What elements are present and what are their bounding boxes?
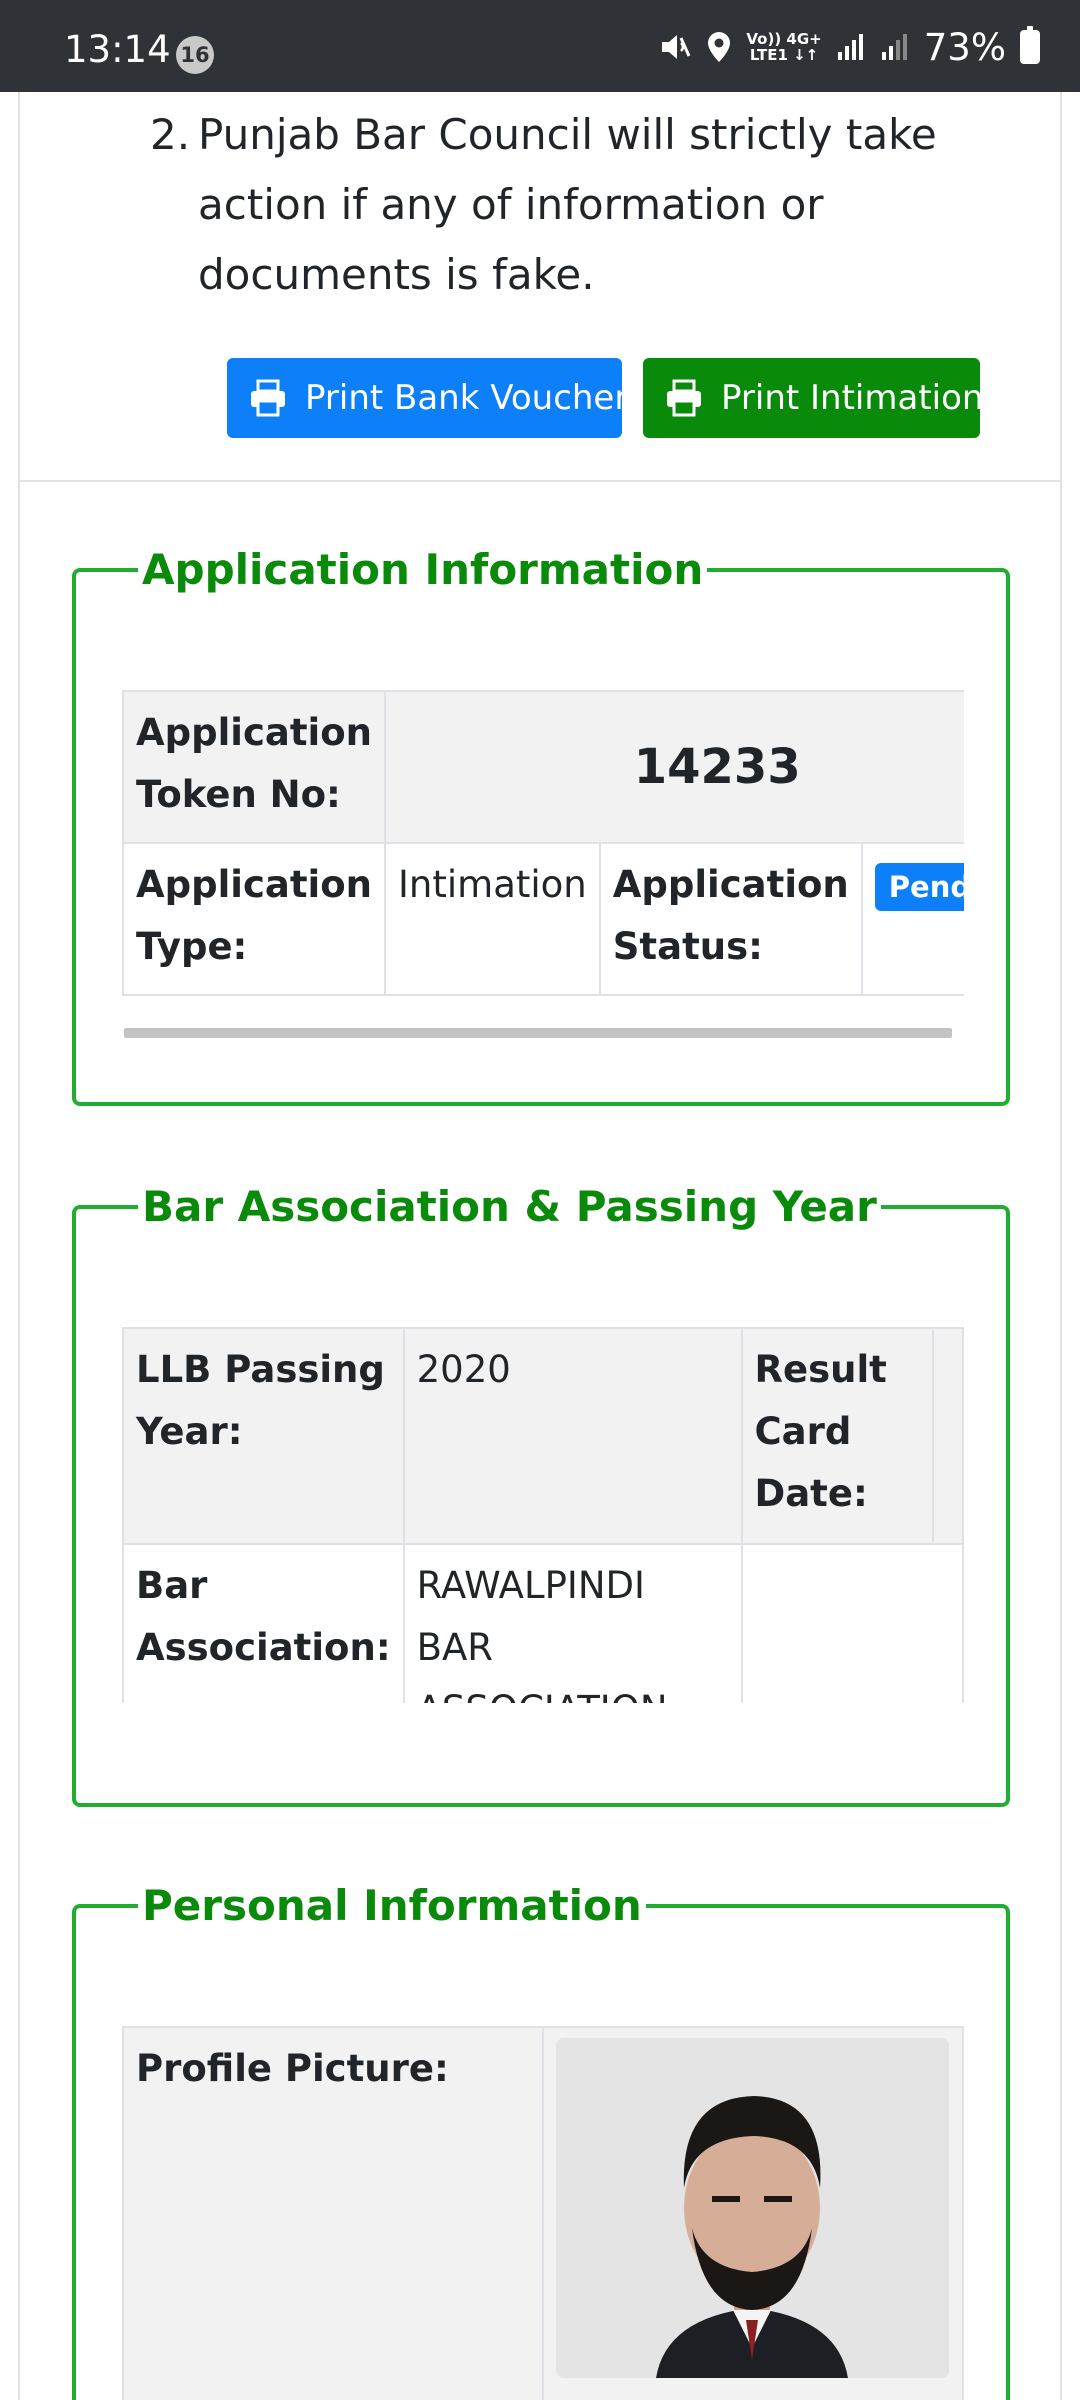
bar-association-table-scroll[interactable]: LLB Passing Year: 2020 Result Card Date:… bbox=[122, 1327, 964, 1703]
application-info-table: Application Token No: 14233 Application … bbox=[122, 690, 964, 996]
network-bottom-label: LTE1 ↓↑ bbox=[749, 46, 819, 64]
bar-association-section: Bar Association & Passing Year LLB Passi… bbox=[72, 1179, 1010, 1807]
llb-passing-year-value: 2020 bbox=[402, 1327, 743, 1545]
profile-photo-placeholder bbox=[556, 2038, 949, 2378]
table-row: Profile Picture: bbox=[122, 2026, 964, 2400]
print-bank-voucher-label: Print Bank Voucher bbox=[305, 378, 629, 418]
application-info-table-scroll[interactable]: Application Token No: 14233 Application … bbox=[122, 690, 964, 1000]
notice-number: 2. bbox=[150, 110, 191, 159]
result-card-date-value bbox=[932, 1327, 964, 1545]
status-bar: 13:14 16 Vo)) 4G+ LTE1 ↓↑ 73% bbox=[0, 0, 1080, 92]
signal-strength-icon bbox=[837, 34, 863, 60]
personal-info-table: Profile Picture: bbox=[122, 2026, 964, 2400]
bar-association-legend: Bar Association & Passing Year bbox=[138, 1179, 881, 1235]
signal-strength-secondary-icon bbox=[881, 34, 907, 60]
personal-information-legend: Personal Information bbox=[138, 1878, 646, 1934]
notification-count-badge: 16 bbox=[176, 36, 214, 74]
profile-picture-cell bbox=[542, 2026, 964, 2400]
token-value: 14233 bbox=[384, 690, 964, 844]
printer-icon bbox=[251, 379, 285, 417]
application-status-cell: Pending bbox=[860, 842, 964, 996]
table-row: Application Token No: 14233 bbox=[122, 690, 964, 844]
profile-picture-label: Profile Picture: bbox=[122, 2026, 544, 2400]
table-row: LLB Passing Year: 2020 Result Card Date: bbox=[122, 1327, 964, 1545]
result-card-date-label: Result Card Date: bbox=[740, 1327, 935, 1545]
llb-passing-year-label: LLB Passing Year: bbox=[122, 1327, 405, 1545]
token-label: Application Token No: bbox=[122, 690, 387, 844]
status-time: 13:14 bbox=[64, 28, 171, 71]
horizontal-scrollbar[interactable] bbox=[124, 1028, 952, 1038]
table-row: Application Type: Intimation Application… bbox=[122, 842, 964, 996]
bar-association-value: RAWALPINDI BAR ASSOCIATION bbox=[402, 1543, 743, 1703]
status-icons: Vo)) 4G+ LTE1 ↓↑ 73% bbox=[658, 22, 1040, 72]
bar-association-table: LLB Passing Year: 2020 Result Card Date:… bbox=[122, 1327, 964, 1703]
battery-icon bbox=[1020, 26, 1040, 64]
profile-picture bbox=[556, 2038, 949, 2378]
section-divider bbox=[20, 480, 1060, 482]
location-icon bbox=[708, 32, 731, 62]
table-row: Bar Association: RAWALPINDI BAR ASSOCIAT… bbox=[122, 1543, 964, 1703]
network-top-label: Vo)) 4G+ bbox=[746, 30, 822, 48]
application-status-label: Application Status: bbox=[598, 842, 863, 996]
network-type-indicator: Vo)) 4G+ LTE1 ↓↑ bbox=[746, 31, 821, 63]
application-type-label: Application Type: bbox=[122, 842, 387, 996]
print-intimation-button[interactable]: Print Intimation bbox=[643, 358, 984, 438]
mute-icon bbox=[662, 35, 691, 59]
application-information-legend: Application Information bbox=[138, 542, 708, 598]
printer-icon bbox=[667, 379, 701, 417]
empty-cell bbox=[740, 1543, 964, 1703]
application-information-section: Application Information Application Toke… bbox=[72, 542, 1010, 1106]
personal-information-section: Personal Information Profile Picture: bbox=[72, 1878, 1010, 2400]
application-type-value: Intimation bbox=[384, 842, 601, 996]
bar-association-label: Bar Association: bbox=[122, 1543, 405, 1703]
print-intimation-label: Print Intimation bbox=[721, 378, 984, 418]
status-badge: Pending bbox=[874, 863, 964, 911]
print-bank-voucher-button[interactable]: Print Bank Voucher bbox=[227, 358, 628, 438]
notice-text: Punjab Bar Council will strictly take ac… bbox=[198, 110, 937, 299]
battery-percentage: 73% bbox=[923, 25, 1006, 69]
